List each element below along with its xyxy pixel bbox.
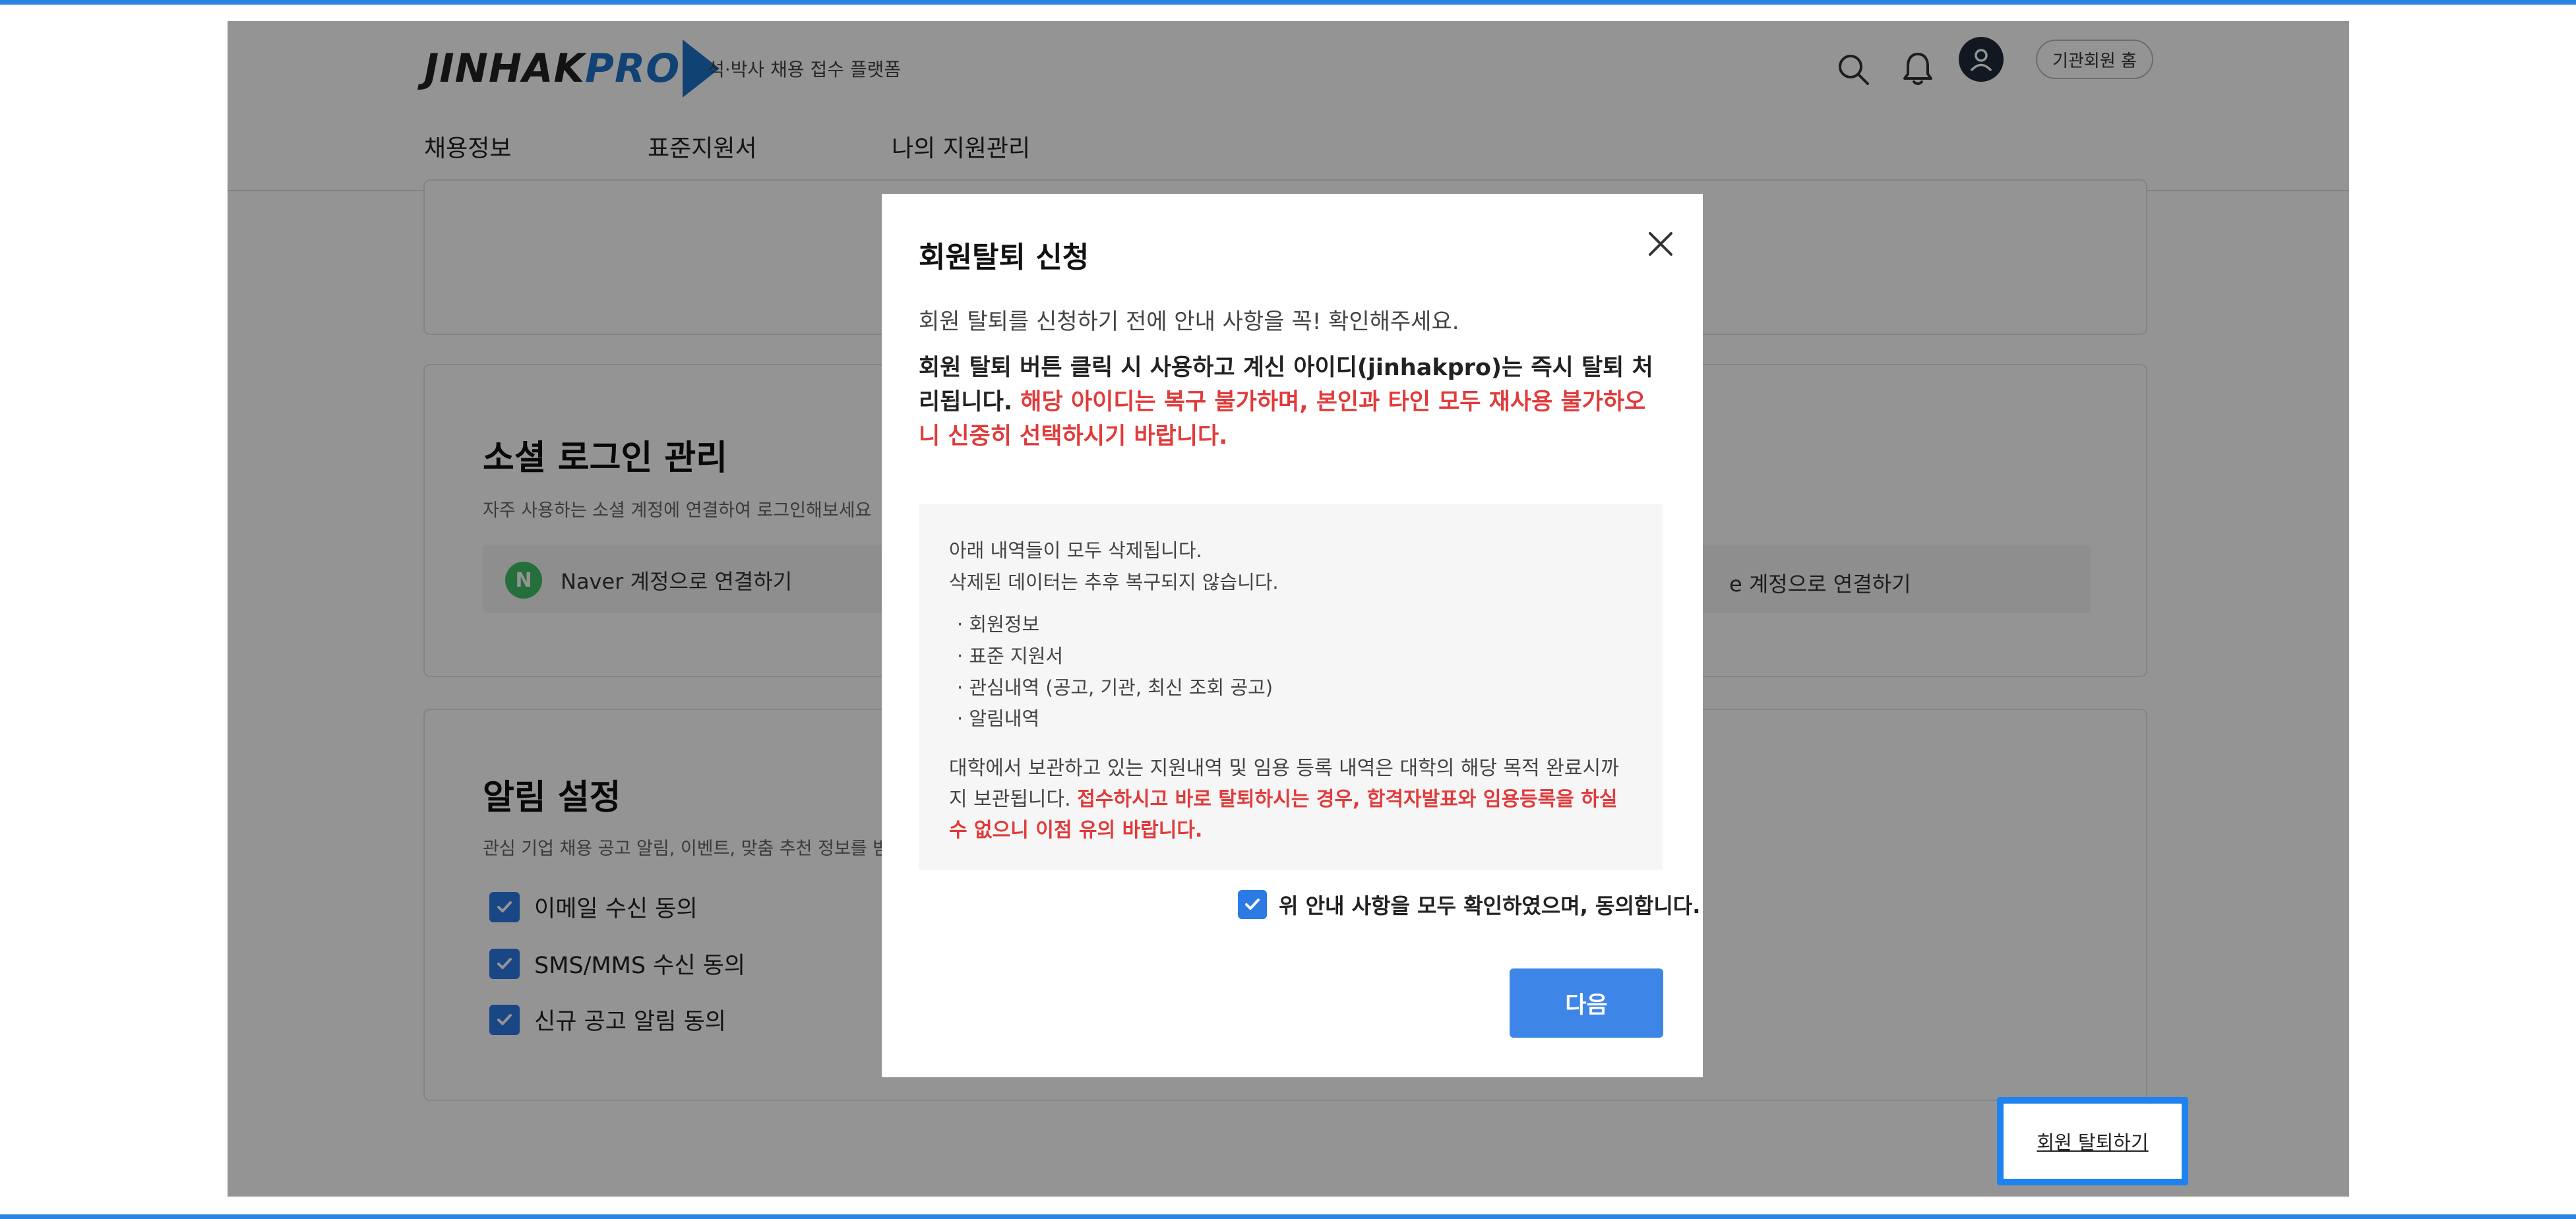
top-accent-bar <box>0 0 2576 5</box>
modal-warning: 회원 탈퇴 버튼 클릭 시 사용하고 계신 아이디(jinhakpro)는 즉시… <box>919 351 1664 454</box>
info-bullet: · 표준 지원서 <box>957 645 1064 667</box>
withdraw-link[interactable]: 회원 탈퇴하기 <box>2037 1127 2148 1155</box>
withdraw-modal: 회원탈퇴 신청 회원 탈퇴를 신청하기 전에 안내 사항을 꼭! 확인해주세요.… <box>882 194 1703 1077</box>
agree-label: 위 안내 사항을 모두 확인하였으며, 동의합니다. <box>1279 893 1701 918</box>
agree-checkbox[interactable]: 위 안내 사항을 모두 확인하였으며, 동의합니다. <box>1238 889 1700 920</box>
deletion-info-box: 아래 내역들이 모두 삭제됩니다. 삭제된 데이터는 추후 복구되지 않습니다.… <box>919 504 1663 870</box>
info-bullet: · 알림내역 <box>957 707 1040 730</box>
checkmark-icon <box>1238 890 1267 919</box>
info-bullet: · 관심내역 (공고, 기관, 최신 조회 공고) <box>957 676 1273 699</box>
bottom-accent-bar <box>0 1214 2576 1219</box>
modal-title: 회원탈퇴 신청 <box>919 241 1089 274</box>
info-bullet: · 회원정보 <box>957 613 1040 636</box>
info-line-1: 아래 내역들이 모두 삭제됩니다. <box>949 539 1202 562</box>
modal-warning-red-text: 해당 아이디는 복구 불가하며, 본인과 타인 모두 재사용 불가하오니 신중히… <box>919 389 1646 450</box>
close-icon[interactable] <box>1643 227 1678 261</box>
info-footnote: 대학에서 보관하고 있는 지원내역 및 임용 등록 내역은 대학의 해당 목적 … <box>949 753 1635 846</box>
withdraw-highlight: 회원 탈퇴하기 <box>1997 1097 2188 1185</box>
info-line-2: 삭제된 데이터는 추후 복구되지 않습니다. <box>949 571 1279 593</box>
page-frame: JINHAKPRO 석·박사 채용 접수 플랫폼 기관회원 홈 채용정보 표준지… <box>228 21 2349 1197</box>
next-button[interactable]: 다음 <box>1510 968 1663 1038</box>
modal-lead-text: 회원 탈퇴를 신청하기 전에 안내 사항을 꼭! 확인해주세요. <box>919 309 1459 335</box>
